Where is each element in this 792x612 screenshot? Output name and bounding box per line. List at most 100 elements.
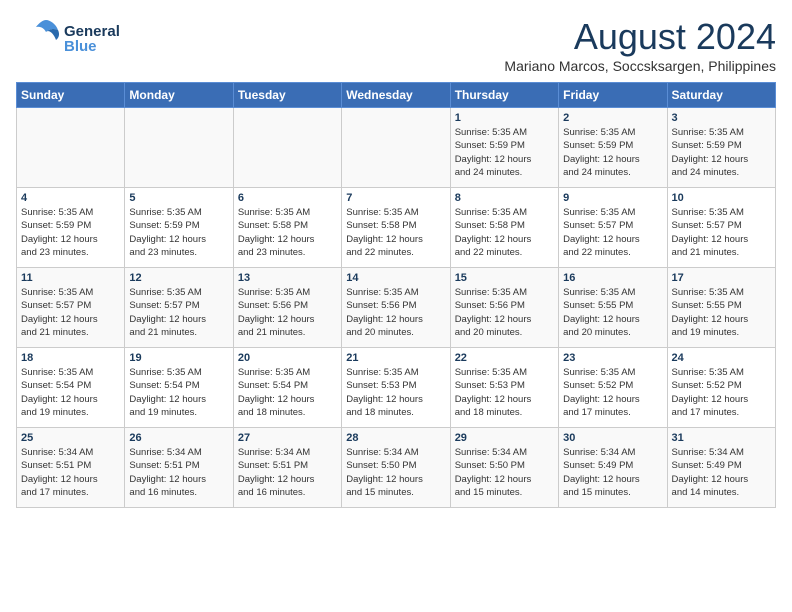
calendar-cell: 12 Sunrise: 5:35 AMSunset: 5:57 PMDayligh…	[125, 268, 233, 348]
calendar-cell: 25 Sunrise: 5:34 AMSunset: 5:51 PMDayligh…	[17, 428, 125, 508]
day-info: Sunrise: 5:35 AMSunset: 5:57 PMDaylight:…	[672, 206, 771, 259]
calendar-cell: 29 Sunrise: 5:34 AMSunset: 5:50 PMDayligh…	[450, 428, 558, 508]
day-info: Sunrise: 5:35 AMSunset: 5:58 PMDaylight:…	[238, 206, 337, 259]
calendar-cell: 13 Sunrise: 5:35 AMSunset: 5:56 PMDayligh…	[233, 268, 341, 348]
logo-icon	[16, 16, 68, 62]
day-number: 19	[129, 352, 228, 364]
calendar-cell: 28 Sunrise: 5:34 AMSunset: 5:50 PMDayligh…	[342, 428, 450, 508]
day-info: Sunrise: 5:35 AMSunset: 5:55 PMDaylight:…	[672, 286, 771, 339]
day-info: Sunrise: 5:35 AMSunset: 5:52 PMDaylight:…	[563, 366, 662, 419]
day-number: 4	[21, 192, 120, 204]
day-number: 31	[672, 432, 771, 444]
day-info: Sunrise: 5:35 AMSunset: 5:58 PMDaylight:…	[455, 206, 554, 259]
page-header: General Blue August 2024 Mariano Marcos,…	[16, 16, 776, 74]
day-number: 25	[21, 432, 120, 444]
week-row: 4 Sunrise: 5:35 AMSunset: 5:59 PMDaylight…	[17, 188, 776, 268]
calendar-cell: 2 Sunrise: 5:35 AMSunset: 5:59 PMDaylight…	[559, 108, 667, 188]
calendar-cell: 11 Sunrise: 5:35 AMSunset: 5:57 PMDayligh…	[17, 268, 125, 348]
day-number: 13	[238, 272, 337, 284]
day-info: Sunrise: 5:34 AMSunset: 5:51 PMDaylight:…	[238, 446, 337, 499]
day-number: 12	[129, 272, 228, 284]
day-number: 6	[238, 192, 337, 204]
calendar-cell: 6 Sunrise: 5:35 AMSunset: 5:58 PMDaylight…	[233, 188, 341, 268]
week-row: 1 Sunrise: 5:35 AMSunset: 5:59 PMDaylight…	[17, 108, 776, 188]
day-info: Sunrise: 5:35 AMSunset: 5:58 PMDaylight:…	[346, 206, 445, 259]
day-number: 23	[563, 352, 662, 364]
calendar-cell: 7 Sunrise: 5:35 AMSunset: 5:58 PMDaylight…	[342, 188, 450, 268]
day-info: Sunrise: 5:35 AMSunset: 5:57 PMDaylight:…	[21, 286, 120, 339]
day-info: Sunrise: 5:35 AMSunset: 5:54 PMDaylight:…	[129, 366, 228, 419]
calendar-cell: 20 Sunrise: 5:35 AMSunset: 5:54 PMDayligh…	[233, 348, 341, 428]
calendar-cell: 3 Sunrise: 5:35 AMSunset: 5:59 PMDaylight…	[667, 108, 775, 188]
col-header-wednesday: Wednesday	[342, 83, 450, 108]
calendar-table: SundayMondayTuesdayWednesdayThursdayFrid…	[16, 82, 776, 508]
day-info: Sunrise: 5:35 AMSunset: 5:56 PMDaylight:…	[455, 286, 554, 339]
col-header-tuesday: Tuesday	[233, 83, 341, 108]
day-number: 18	[21, 352, 120, 364]
day-info: Sunrise: 5:34 AMSunset: 5:50 PMDaylight:…	[455, 446, 554, 499]
calendar-cell: 22Sunrise: 5:35 AMSunset: 5:53 PMDayligh…	[450, 348, 558, 428]
day-number: 14	[346, 272, 445, 284]
day-number: 17	[672, 272, 771, 284]
day-number: 5	[129, 192, 228, 204]
day-number: 10	[672, 192, 771, 204]
calendar-cell: 9 Sunrise: 5:35 AMSunset: 5:57 PMDaylight…	[559, 188, 667, 268]
day-info: Sunrise: 5:35 AMSunset: 5:56 PMDaylight:…	[238, 286, 337, 339]
day-number: 3	[672, 112, 771, 124]
location: Mariano Marcos, Soccsksargen, Philippine…	[504, 58, 776, 74]
day-info: Sunrise: 5:35 AMSunset: 5:53 PMDaylight:…	[346, 366, 445, 419]
day-info: Sunrise: 5:34 AMSunset: 5:50 PMDaylight:…	[346, 446, 445, 499]
calendar-cell: 23 Sunrise: 5:35 AMSunset: 5:52 PMDayligh…	[559, 348, 667, 428]
day-info: Sunrise: 5:35 AMSunset: 5:59 PMDaylight:…	[563, 126, 662, 179]
calendar-cell: 19 Sunrise: 5:35 AMSunset: 5:54 PMDayligh…	[125, 348, 233, 428]
col-header-thursday: Thursday	[450, 83, 558, 108]
calendar-cell: 15 Sunrise: 5:35 AMSunset: 5:56 PMDayligh…	[450, 268, 558, 348]
month-year: August 2024	[504, 16, 776, 58]
calendar-cell: 26Sunrise: 5:34 AMSunset: 5:51 PMDayligh…	[125, 428, 233, 508]
day-number: 7	[346, 192, 445, 204]
day-number: 15	[455, 272, 554, 284]
day-number: 29	[455, 432, 554, 444]
day-info: Sunrise: 5:35 AMSunset: 5:55 PMDaylight:…	[563, 286, 662, 339]
col-header-sunday: Sunday	[17, 83, 125, 108]
day-number: 28	[346, 432, 445, 444]
logo-text: General Blue	[64, 23, 120, 55]
day-number: 16	[563, 272, 662, 284]
day-number: 1	[455, 112, 554, 124]
calendar-cell: 10 Sunrise: 5:35 AMSunset: 5:57 PMDayligh…	[667, 188, 775, 268]
day-number: 22	[455, 352, 554, 364]
day-info: Sunrise: 5:35 AMSunset: 5:54 PMDaylight:…	[238, 366, 337, 419]
logo: General Blue	[16, 16, 120, 62]
day-info: Sunrise: 5:34 AMSunset: 5:49 PMDaylight:…	[672, 446, 771, 499]
week-row: 18 Sunrise: 5:35 AMSunset: 5:54 PMDayligh…	[17, 348, 776, 428]
calendar-cell	[233, 108, 341, 188]
calendar-cell: 4 Sunrise: 5:35 AMSunset: 5:59 PMDaylight…	[17, 188, 125, 268]
day-info: Sunrise: 5:35 AMSunset: 5:59 PMDaylight:…	[455, 126, 554, 179]
calendar-cell	[342, 108, 450, 188]
calendar-cell: 27 Sunrise: 5:34 AMSunset: 5:51 PMDayligh…	[233, 428, 341, 508]
day-number: 2	[563, 112, 662, 124]
day-number: 30	[563, 432, 662, 444]
day-number: 26	[129, 432, 228, 444]
calendar-cell	[17, 108, 125, 188]
calendar-cell: 5 Sunrise: 5:35 AMSunset: 5:59 PMDaylight…	[125, 188, 233, 268]
day-info: Sunrise: 5:34 AMSunset: 5:51 PMDaylight:…	[21, 446, 120, 499]
day-info: Sunrise: 5:35 AMSunset: 5:59 PMDaylight:…	[21, 206, 120, 259]
day-number: 20	[238, 352, 337, 364]
day-number: 9	[563, 192, 662, 204]
calendar-cell: 17 Sunrise: 5:35 AMSunset: 5:55 PMDayligh…	[667, 268, 775, 348]
day-number: 21	[346, 352, 445, 364]
day-number: 11	[21, 272, 120, 284]
day-number: 8	[455, 192, 554, 204]
week-row: 25 Sunrise: 5:34 AMSunset: 5:51 PMDayligh…	[17, 428, 776, 508]
day-info: Sunrise: 5:35 AMSunset: 5:59 PMDaylight:…	[129, 206, 228, 259]
day-info: Sunrise: 5:35 AMSunset: 5:59 PMDaylight:…	[672, 126, 771, 179]
week-row: 11 Sunrise: 5:35 AMSunset: 5:57 PMDayligh…	[17, 268, 776, 348]
calendar-cell: 1 Sunrise: 5:35 AMSunset: 5:59 PMDaylight…	[450, 108, 558, 188]
day-info: Sunrise: 5:35 AMSunset: 5:54 PMDaylight:…	[21, 366, 120, 419]
day-info: Sunrise: 5:34 AMSunset: 5:49 PMDaylight:…	[563, 446, 662, 499]
title-block: August 2024 Mariano Marcos, Soccsksargen…	[504, 16, 776, 74]
day-number: 27	[238, 432, 337, 444]
day-info: Sunrise: 5:35 AMSunset: 5:57 PMDaylight:…	[563, 206, 662, 259]
day-info: Sunrise: 5:35 AMSunset: 5:57 PMDaylight:…	[129, 286, 228, 339]
